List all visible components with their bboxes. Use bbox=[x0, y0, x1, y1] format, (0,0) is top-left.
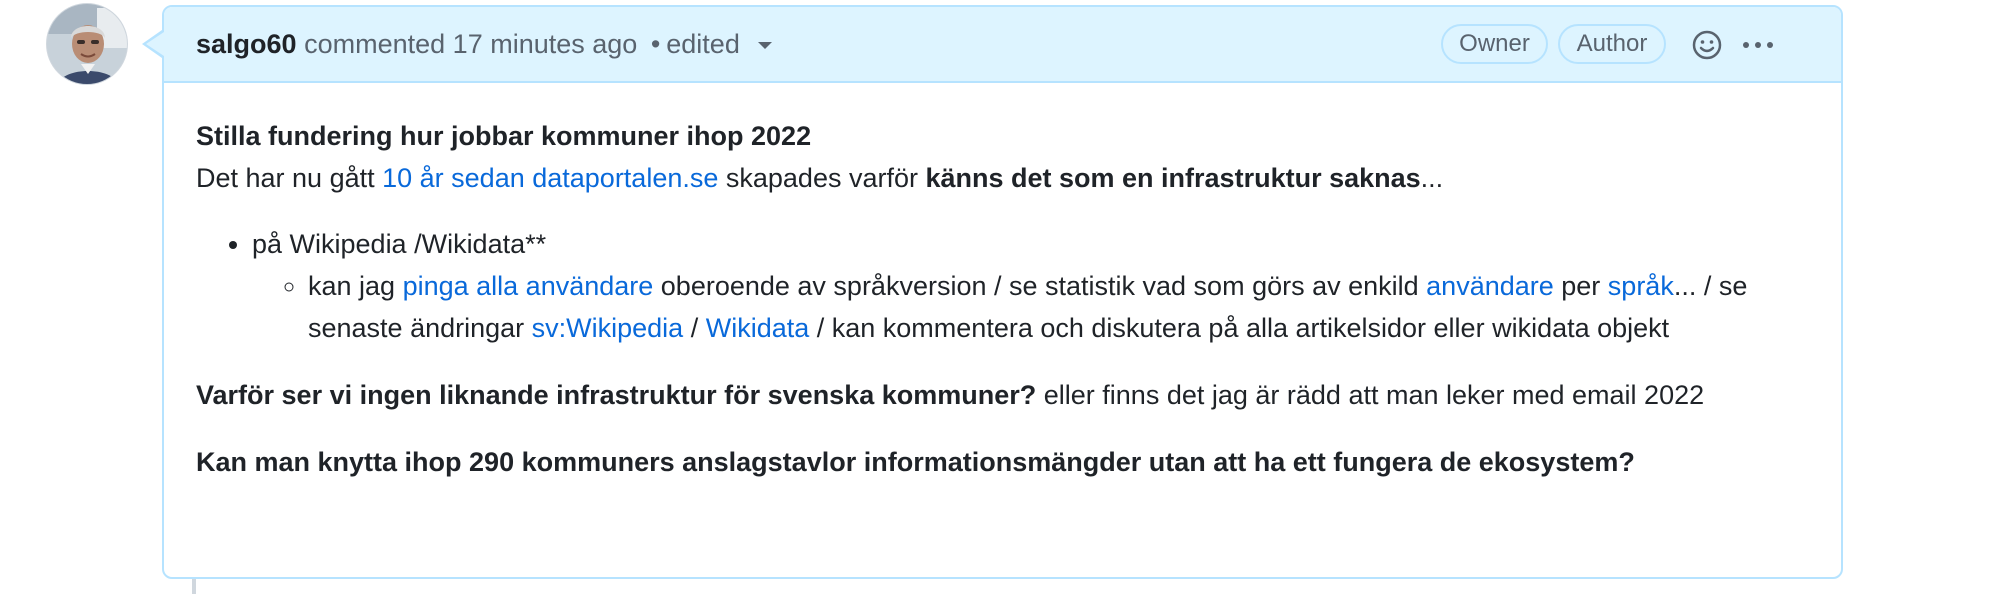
author-badge: Author bbox=[1558, 24, 1666, 64]
link-sprak[interactable]: språk bbox=[1608, 271, 1674, 301]
text-span: oberoende av språkversion / se statistik… bbox=[653, 271, 1427, 301]
timeline-comment: salgo60 commented 17 minutes ago • edited… bbox=[0, 0, 1994, 594]
meta-separator: • bbox=[650, 29, 661, 59]
bold-text: Kan man knytta ihop 290 kommuners anslag… bbox=[196, 447, 1635, 477]
link-sv-wikipedia[interactable]: sv:Wikipedia bbox=[532, 313, 684, 343]
text-span: kan jag bbox=[308, 271, 403, 301]
text-span: eller finns det jag är rädd att man leke… bbox=[1036, 380, 1705, 410]
comment-header: salgo60 commented 17 minutes ago • edited… bbox=[164, 7, 1841, 83]
text-span: ... bbox=[1420, 163, 1444, 193]
list-item: på Wikipedia /Wikidata** kan jag pinga a… bbox=[252, 223, 1811, 349]
text-span: per bbox=[1553, 271, 1608, 301]
nested-list-item: kan jag pinga alla användare oberoende a… bbox=[308, 265, 1811, 349]
paragraph-ecosystem-question: Kan man knytta ihop 290 kommuners anslag… bbox=[196, 441, 1811, 483]
nested-list: kan jag pinga alla användare oberoende a… bbox=[252, 265, 1811, 349]
text-span: / kan kommentera och diskutera på alla a… bbox=[809, 313, 1670, 343]
text-span: / bbox=[683, 313, 706, 343]
link-dataportalen[interactable]: 10 år sedan dataportalen.se bbox=[382, 163, 718, 193]
list-item-text: på Wikipedia /Wikidata** bbox=[252, 229, 547, 259]
comment-body: Stilla fundering hur jobbar kommuner iho… bbox=[196, 115, 1811, 483]
owner-badge: Owner bbox=[1441, 24, 1548, 64]
comment-action: commented bbox=[304, 29, 446, 59]
comment-meta: salgo60 commented 17 minutes ago • edited bbox=[196, 27, 772, 61]
smiley-icon[interactable] bbox=[1691, 29, 1723, 61]
text-span: skapades varför bbox=[718, 163, 926, 193]
paragraph-infrastructure-question: Varför ser vi ingen liknande infrastrukt… bbox=[196, 374, 1811, 416]
bullet-list: på Wikipedia /Wikidata** kan jag pinga a… bbox=[196, 223, 1811, 349]
text-span: Det har nu gått bbox=[196, 163, 383, 193]
link-pinga-alla-anvandare[interactable]: pinga alla användare bbox=[403, 271, 654, 301]
edited-label[interactable]: edited bbox=[666, 29, 740, 59]
link-wikidata[interactable]: Wikidata bbox=[706, 313, 810, 343]
author-name[interactable]: salgo60 bbox=[196, 29, 297, 59]
triangle-down-icon[interactable] bbox=[757, 42, 772, 50]
author-avatar[interactable] bbox=[46, 3, 128, 85]
bold-text: känns det som en infrastruktur saknas bbox=[925, 163, 1421, 193]
kebab-horizontal-icon[interactable] bbox=[1738, 29, 1778, 61]
link-anvandare[interactable]: användare bbox=[1426, 271, 1554, 301]
comment-pointer-fill bbox=[146, 32, 164, 56]
paragraph-dataportalen: Det har nu gått 10 år sedan dataportalen… bbox=[196, 157, 1811, 199]
comment-heading: Stilla fundering hur jobbar kommuner iho… bbox=[196, 115, 1811, 157]
avatar-image bbox=[47, 4, 127, 84]
heading-text: Stilla fundering hur jobbar kommuner iho… bbox=[196, 121, 812, 151]
comment-time[interactable]: 17 minutes ago bbox=[453, 29, 638, 59]
comment-box: salgo60 commented 17 minutes ago • edited… bbox=[162, 5, 1843, 579]
bold-text: Varför ser vi ingen liknande infrastrukt… bbox=[196, 380, 1037, 410]
